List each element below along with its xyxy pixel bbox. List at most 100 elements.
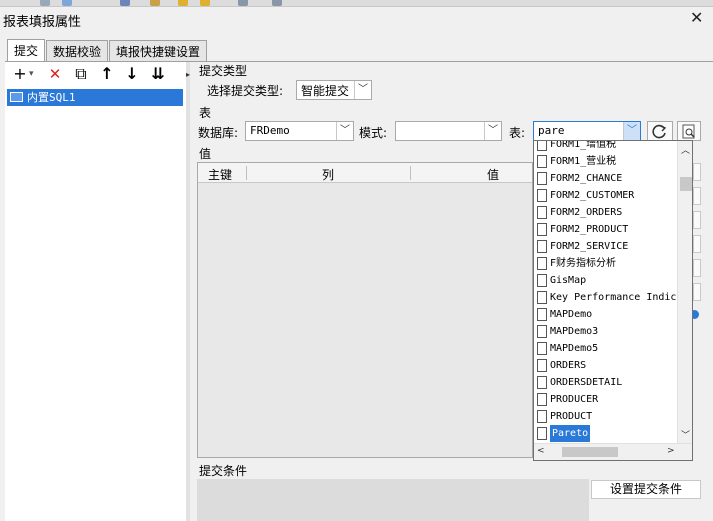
schema-select[interactable]: ﹀ — [395, 121, 502, 141]
copy-icon[interactable]: ⧉ — [71, 65, 91, 83]
column-separator — [410, 166, 411, 180]
database-value: FRDemo — [250, 124, 290, 137]
preview-search-icon — [682, 124, 695, 139]
add-dropdown-icon[interactable]: ▾ — [29, 69, 34, 79]
tree-item-sql1[interactable]: 内置SQL1 — [7, 89, 183, 106]
dropdown-list-item[interactable]: FORM2_SERVICE — [535, 238, 676, 255]
close-icon[interactable]: ✕ — [690, 9, 703, 27]
move-up-icon[interactable]: ↑ — [97, 65, 117, 83]
sort-icon[interactable]: ⇊ — [148, 65, 168, 83]
dropdown-list-item[interactable]: Pareto — [535, 425, 676, 442]
table-label: 表: — [509, 126, 526, 140]
dropdown-item-label: FORM2_PRODUCT — [550, 224, 629, 235]
dropdown-item-label: FORM2_ORDERS — [550, 207, 623, 218]
table-dropdown-list[interactable]: FORM1_增值税 FORM1_营业税 FORM2_CHANCE FORM2_CUST… — [533, 140, 693, 461]
dropdown-vertical-scrollbar[interactable]: ︿ ﹀ — [677, 141, 692, 443]
scroll-right-icon[interactable]: > — [667, 446, 675, 456]
set-condition-button[interactable]: 设置提交条件 — [591, 480, 701, 499]
table-file-icon — [537, 223, 547, 236]
dropdown-item-label: FORM2_SERVICE — [550, 241, 629, 252]
value-section-title: 值 — [199, 147, 212, 161]
tab-shortcut-settings[interactable]: 填报快捷键设置 — [109, 40, 208, 61]
dropdown-list-item[interactable]: ORDERS — [535, 357, 676, 374]
dropdown-item-label: MAPDemo — [550, 309, 593, 320]
window-title: 报表填报属性 — [3, 15, 82, 30]
dropdown-item-label: FORM2_CUSTOMER — [550, 190, 635, 201]
value-grid[interactable] — [197, 162, 533, 458]
pane-splitter[interactable] — [186, 62, 190, 521]
tab-data-validation[interactable]: 数据校验 — [46, 40, 109, 61]
chevron-down-icon[interactable]: ﹀ — [336, 122, 353, 140]
scroll-thumb[interactable] — [562, 447, 618, 457]
refresh-icon — [652, 124, 667, 139]
column-separator — [246, 166, 247, 180]
table-file-icon — [537, 257, 547, 270]
dropdown-item-label: ORDERSDETAIL — [550, 377, 623, 388]
column-header-value[interactable]: 值 — [487, 166, 499, 183]
dropdown-list-item[interactable]: FORM1_增值税 — [535, 141, 676, 153]
submit-type-label: 选择提交类型: — [207, 84, 284, 98]
dropdown-list-item[interactable]: FORM2_PRODUCT — [535, 221, 676, 238]
dropdown-list-item[interactable]: GisMap — [535, 272, 676, 289]
chevron-down-icon[interactable]: ﹀ — [354, 81, 371, 99]
side-button-edge[interactable] — [693, 283, 701, 301]
scroll-down-icon[interactable]: ﹀ — [681, 428, 690, 441]
add-icon[interactable]: + — [10, 65, 30, 83]
dropdown-item-label: GisMap — [550, 275, 587, 286]
dropdown-item-label: Pareto — [550, 425, 591, 442]
dropdown-list-item[interactable]: PRODUCER — [535, 391, 676, 408]
scroll-up-icon[interactable]: ︿ — [681, 143, 690, 156]
dropdown-item-label: PRODUCT — [550, 411, 593, 422]
parent-toolbar-strip — [0, 0, 713, 7]
tab-submit[interactable]: 提交 — [7, 39, 46, 62]
submit-type-select[interactable]: 智能提交 ﹀ — [296, 80, 372, 100]
side-button-edge[interactable] — [693, 187, 701, 205]
dropdown-list-item[interactable]: FORM2_ORDERS — [535, 204, 676, 221]
dropdown-item-label: F财务指标分析 — [550, 258, 617, 269]
table-input-value: pare — [538, 124, 565, 137]
refresh-button[interactable] — [647, 121, 673, 141]
scroll-thumb[interactable] — [680, 177, 692, 191]
dropdown-list-item[interactable]: ORDERSDETAIL — [535, 374, 676, 391]
table-file-icon — [537, 240, 547, 253]
delete-icon[interactable]: ✕ — [45, 65, 65, 83]
database-select[interactable]: FRDemo ﹀ — [245, 121, 354, 141]
dropdown-list-item[interactable]: MAPDemo5 — [535, 340, 676, 357]
sql-table-icon — [10, 92, 23, 102]
dropdown-list-item[interactable]: FORM1_营业税 — [535, 153, 676, 170]
side-button-edge[interactable] — [693, 259, 701, 277]
table-file-icon — [537, 155, 547, 168]
dropdown-list-item[interactable]: FORM2_CHANCE — [535, 170, 676, 187]
chevron-down-icon[interactable]: ﹀ — [623, 122, 640, 140]
column-header-primary-key[interactable]: 主键 — [208, 166, 232, 183]
table-file-icon — [537, 189, 547, 202]
preview-table-button[interactable] — [677, 121, 701, 141]
dropdown-list-item[interactable]: MAPDemo — [535, 306, 676, 323]
table-file-icon — [537, 308, 547, 321]
dropdown-list-item[interactable]: Key Performance Indic — [535, 289, 676, 306]
dropdown-list-item[interactable]: MAPDemo3 — [535, 323, 676, 340]
move-down-icon[interactable]: ↓ — [122, 65, 142, 83]
dropdown-item-label: FORM1_增值税 — [550, 141, 617, 150]
dropdown-list-item[interactable]: FORM2_CUSTOMER — [535, 187, 676, 204]
table-combo-input[interactable]: pare ﹀ — [533, 121, 641, 141]
dropdown-list-item[interactable]: F财务指标分析 — [535, 255, 676, 272]
table-file-icon — [537, 172, 547, 185]
dropdown-item-label: ORDERS — [550, 360, 587, 371]
scroll-left-icon[interactable]: < — [537, 446, 545, 456]
dropdown-item-label: FORM1_营业税 — [550, 156, 617, 167]
chevron-down-icon[interactable]: ﹀ — [484, 122, 501, 140]
column-header-column[interactable]: 列 — [322, 166, 334, 183]
dropdown-list-item[interactable]: PRODUCT — [535, 408, 676, 425]
table-dropdown-items: FORM1_增值税 FORM1_营业税 FORM2_CHANCE FORM2_CUST… — [534, 141, 677, 443]
table-file-icon — [537, 141, 547, 151]
dropdown-horizontal-scrollbar[interactable]: < > — [534, 443, 692, 460]
table-file-icon — [537, 274, 547, 287]
collapse-arrow-icon[interactable]: ▸ — [186, 70, 190, 79]
table-file-icon — [537, 342, 547, 355]
table-section-title: 表 — [199, 106, 212, 120]
side-button-edge[interactable] — [693, 235, 701, 253]
table-file-icon — [537, 427, 547, 440]
side-button-edge[interactable] — [693, 211, 701, 229]
side-button-edge[interactable] — [693, 163, 701, 181]
